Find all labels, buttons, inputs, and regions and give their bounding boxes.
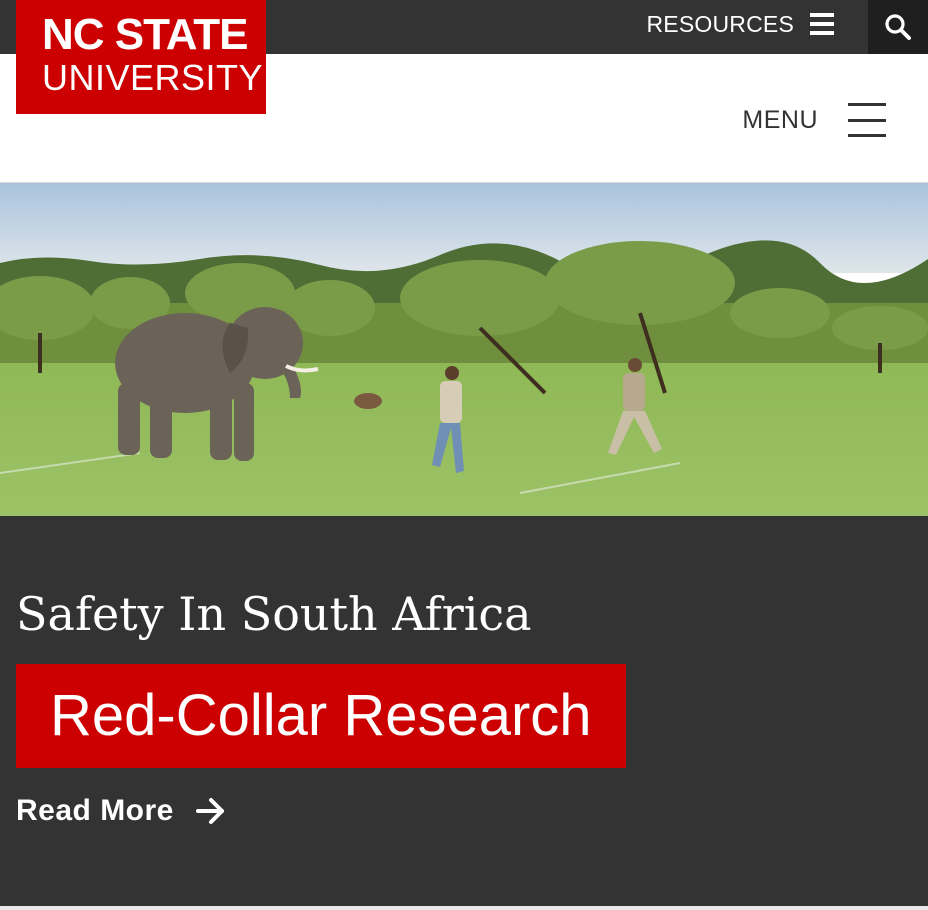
- menu-button[interactable]: MENU: [742, 100, 886, 140]
- bars-icon: [810, 13, 834, 35]
- menu-label: MENU: [742, 105, 818, 134]
- read-more-link[interactable]: Read More: [16, 794, 226, 828]
- feature-title: Red-Collar Research: [50, 683, 592, 748]
- search-button[interactable]: [868, 0, 928, 54]
- brand-logo[interactable]: NC STATE UNIVERSITY: [16, 0, 266, 114]
- savanna-photo: [0, 183, 928, 516]
- arrow-right-icon: [195, 798, 224, 824]
- logo-wordmark-line2: UNIVERSITY: [42, 57, 264, 98]
- hero-image: [0, 183, 928, 516]
- resources-label: RESOURCES: [646, 10, 794, 37]
- resources-button[interactable]: RESOURCES: [646, 0, 834, 48]
- logo-wordmark-line1: NC STATE: [42, 10, 248, 59]
- feature-title-box[interactable]: Red-Collar Research: [16, 664, 626, 768]
- feature-kicker: Safety In South Africa: [16, 587, 532, 641]
- search-icon: [885, 14, 911, 40]
- read-more-label: Read More: [16, 794, 174, 827]
- hamburger-icon: [848, 103, 886, 137]
- page-bottom-divider: [0, 906, 928, 910]
- feature-panel: Safety In South Africa Red-Collar Resear…: [0, 516, 928, 910]
